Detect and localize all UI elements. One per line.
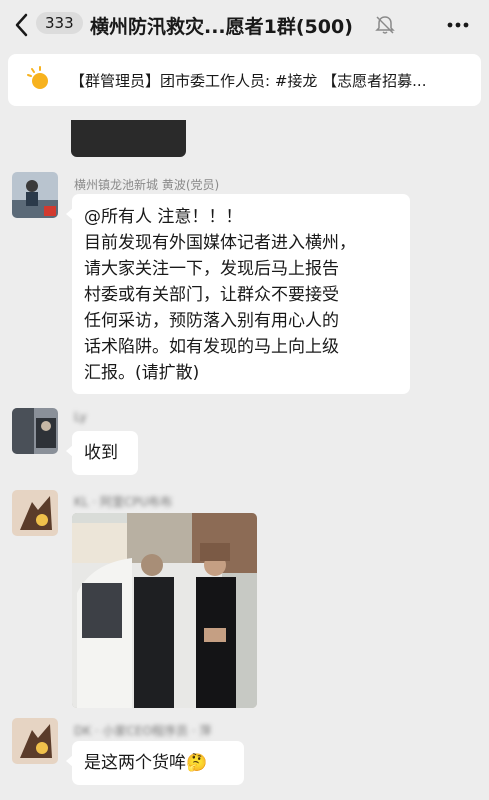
sender-name: DK · 小家CEO程序员 · 萍 bbox=[74, 724, 212, 738]
back-button[interactable] bbox=[8, 11, 36, 39]
avatar[interactable] bbox=[12, 718, 58, 764]
message-line: 请大家关注一下，发现后马上报告 bbox=[84, 259, 339, 279]
avatar[interactable] bbox=[12, 172, 58, 218]
message-line: 村委或有关部门，让群众不要接受 bbox=[84, 285, 339, 305]
image-message[interactable] bbox=[72, 513, 257, 708]
group-announcement-bar[interactable]: 【群管理员】团市委工作人员: #接龙 【志愿者招募... bbox=[8, 54, 481, 106]
avatar[interactable] bbox=[12, 408, 58, 454]
sender-name: Ly bbox=[74, 410, 87, 424]
message-line: 目前发现有外国媒体记者进入横州， bbox=[84, 233, 356, 253]
chat-header: 333 横州防汛救灾...愿者1群(500) bbox=[0, 0, 489, 50]
sun-icon bbox=[27, 66, 48, 89]
message-bubble[interactable]: @所有人 注意！！！ 目前发现有外国媒体记者进入横州， 请大家关注一下，发现后马… bbox=[66, 194, 410, 394]
announcement-text: 【群管理员】团市委工作人员: #接龙 【志愿者招募... bbox=[70, 72, 427, 90]
message-line: 汇报。(请扩散) bbox=[84, 363, 200, 383]
unread-count-badge[interactable]: 333 bbox=[36, 12, 83, 34]
sender-name: KL · 阿里CPU布布 bbox=[74, 495, 173, 509]
avatar[interactable] bbox=[12, 490, 58, 536]
more-dots-icon[interactable] bbox=[445, 13, 471, 37]
message-line: @所有人 注意！！！ bbox=[84, 207, 243, 227]
chat-title: 横州防汛救灾...愿者1群(500) bbox=[90, 16, 353, 38]
sender-name: 横州镇龙池新城 黄波(党员) bbox=[74, 178, 220, 192]
message-bubble[interactable]: 收到 bbox=[66, 431, 138, 475]
chevron-left-icon bbox=[15, 13, 28, 37]
previous-image-message[interactable] bbox=[71, 120, 186, 157]
message-line: 话术陷阱。如有发现的马上向上级 bbox=[84, 337, 339, 357]
bell-off-icon bbox=[375, 16, 395, 34]
message-line: 任何采访，预防落入别有用心人的 bbox=[84, 311, 339, 331]
message-bubble[interactable]: 是这两个货哞🤔 bbox=[66, 741, 244, 785]
